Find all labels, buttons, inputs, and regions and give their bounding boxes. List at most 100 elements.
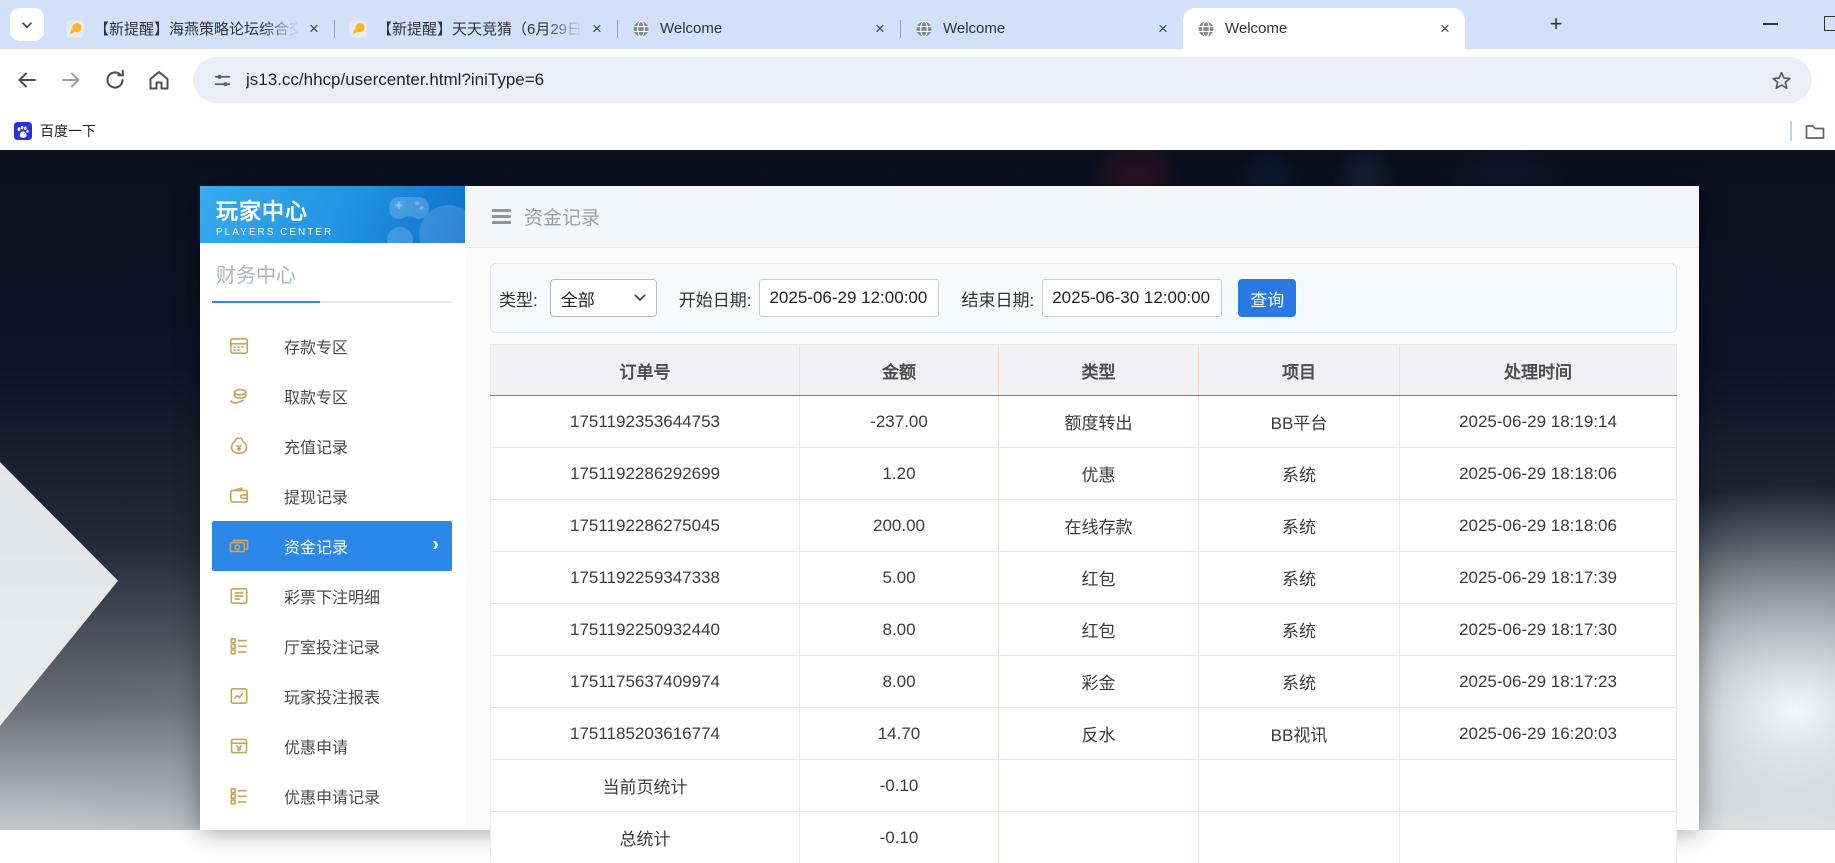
type-select[interactable]: 全部 (550, 279, 657, 317)
content-header: 资金记录 (465, 186, 1699, 248)
forward-button[interactable] (58, 67, 84, 93)
sidebar-item-promo-record[interactable]: 优惠申请记录 (200, 771, 465, 821)
forward-arrow-icon (58, 67, 84, 93)
table-cell: 红包 (999, 604, 1199, 656)
hamburger-menu-icon[interactable] (492, 209, 511, 224)
reload-button[interactable] (102, 67, 128, 93)
tab-search-button[interactable] (10, 8, 44, 41)
bookmarks-divider (1790, 121, 1792, 141)
web-page-background: 玩家中心 PLAYERS CENTER 财务中心 存款专区取款专区充值记录提现记… (0, 150, 1835, 830)
table-cell: 5.00 (800, 552, 999, 604)
tab-close-button[interactable]: × (587, 19, 607, 39)
table-cell: 额度转出 (999, 396, 1199, 448)
tab[interactable]: Welcome× (901, 8, 1183, 49)
home-button[interactable] (146, 67, 172, 93)
sidebar-item-hall-bet-record[interactable]: 厅室投注记录 (200, 621, 465, 671)
promo-apply-icon (228, 735, 254, 757)
sidebar-item-label: 玩家投注报表 (284, 684, 380, 708)
type-label: 类型: (499, 286, 538, 311)
sidebar-item-deposit[interactable]: 存款专区 (200, 321, 465, 371)
table-header-cell: 类型 (999, 345, 1199, 396)
url-address-bar[interactable]: js13.cc/hhcp/usercenter.html?iniType=6 (193, 57, 1812, 103)
table-row: 总统计-0.10 (491, 812, 1677, 863)
table-cell: 优惠 (999, 448, 1199, 500)
back-button[interactable] (14, 67, 40, 93)
search-button[interactable]: 查询 (1238, 279, 1296, 317)
bookmark-item-baidu[interactable]: 百度一下 (14, 121, 96, 141)
end-date-label: 结束日期: (961, 286, 1034, 311)
table-cell: 彩金 (999, 656, 1199, 708)
table-header-cell: 订单号 (491, 345, 800, 396)
recharge-record-icon (228, 435, 254, 457)
table-cell: 8.00 (800, 656, 999, 708)
bookmark-star-icon[interactable] (1771, 70, 1792, 91)
table-cell: 2025-06-29 18:17:39 (1400, 552, 1677, 604)
back-arrow-icon (14, 67, 40, 93)
url-text: js13.cc/hhcp/usercenter.html?iniType=6 (246, 70, 1771, 90)
player-report-icon (228, 685, 254, 707)
forum-favicon-icon (349, 20, 367, 38)
globe-favicon-icon (1197, 20, 1215, 38)
tab-strip: 【新提醒】海燕策略论坛综合交×【新提醒】天天竞猜（6月29日×Welcome×W… (0, 0, 1835, 49)
tab[interactable]: Welcome× (1183, 8, 1465, 49)
sidebar-section: 财务中心 (212, 259, 452, 303)
table-row: 17511922862926991.20优惠系统2025-06-29 18:18… (491, 448, 1677, 500)
sidebar-item-promo-apply[interactable]: 优惠申请 (200, 721, 465, 771)
sidebar-item-funds-record[interactable]: 资金记录› (212, 521, 452, 571)
tab[interactable]: 【新提醒】海燕策略论坛综合交× (52, 8, 334, 49)
table-cell: 1751192286275045 (491, 500, 800, 552)
tab-title: Welcome (660, 20, 866, 37)
table-cell: 200.00 (800, 500, 999, 552)
sidebar-item-label: 提现记录 (284, 484, 348, 508)
table-header-cell: 金额 (800, 345, 999, 396)
chevron-right-icon: › (432, 534, 439, 557)
table-cell: -237.00 (800, 396, 999, 448)
new-tab-button[interactable]: + (1543, 12, 1569, 38)
sidebar-item-label: 彩票下注明细 (284, 584, 380, 608)
chevron-down-icon (634, 294, 646, 302)
sidebar-item-withdraw-record[interactable]: 提现记录 (200, 471, 465, 521)
table-cell: 2025-06-29 18:17:30 (1400, 604, 1677, 656)
table-row: 1751192286275045200.00在线存款系统2025-06-29 1… (491, 500, 1677, 552)
hall-bet-record-icon (228, 635, 254, 657)
funds-table-wrap: 订单号金额类型项目处理时间 1751192353644753-237.00额度转… (490, 344, 1677, 863)
start-date-input[interactable]: 2025-06-29 12:00:00 (759, 279, 939, 317)
table-cell: 1751185203616774 (491, 708, 800, 760)
table-cell (1199, 760, 1400, 812)
table-cell: -0.10 (800, 760, 999, 812)
forum-favicon-icon (66, 20, 84, 38)
window-minimize-button[interactable] (1763, 23, 1778, 25)
tab-close-button[interactable]: × (870, 19, 890, 39)
table-cell: 2025-06-29 18:18:06 (1400, 500, 1677, 552)
deposit-icon (228, 335, 254, 357)
sidebar-item-label: 充值记录 (284, 434, 348, 458)
table-cell: 2025-06-29 18:17:23 (1400, 656, 1677, 708)
sidebar-item-recharge-record[interactable]: 充值记录 (200, 421, 465, 471)
tab-close-button[interactable]: × (1435, 19, 1455, 39)
window-maximize-button[interactable] (1824, 16, 1835, 31)
site-settings-tune-icon (213, 71, 232, 90)
bookmark-label: 百度一下 (40, 121, 96, 141)
table-row: 17511922593473385.00红包系统2025-06-29 18:17… (491, 552, 1677, 604)
tab[interactable]: Welcome× (618, 8, 900, 49)
table-cell: 系统 (1199, 604, 1400, 656)
sidebar-item-player-report[interactable]: 玩家投注报表 (200, 671, 465, 721)
end-date-input[interactable]: 2025-06-30 12:00:00 (1042, 279, 1222, 317)
type-select-value: 全部 (561, 286, 595, 311)
tab[interactable]: 【新提醒】天天竞猜（6月29日× (335, 8, 617, 49)
sidebar-item-withdraw[interactable]: 取款专区 (200, 371, 465, 421)
sidebar-item-lottery-detail[interactable]: 彩票下注明细 (200, 571, 465, 621)
table-cell: 总统计 (491, 812, 800, 863)
filter-bar: 类型: 全部 开始日期: 2025-06-29 12:00:00 结束日期: 2… (490, 263, 1677, 333)
table-cell: 8.00 (800, 604, 999, 656)
tab-close-button[interactable]: × (304, 19, 324, 39)
table-cell (1400, 760, 1677, 812)
table-row: 17511922509324408.00红包系统2025-06-29 18:17… (491, 604, 1677, 656)
tab-close-button[interactable]: × (1153, 19, 1173, 39)
tab-title: 【新提醒】海燕策略论坛综合交 (94, 18, 300, 39)
table-row: 175118520361677414.70反水BB视讯2025-06-29 16… (491, 708, 1677, 760)
table-cell (1199, 812, 1400, 863)
table-cell: 2025-06-29 18:18:06 (1400, 448, 1677, 500)
other-bookmarks-folder-icon[interactable] (1804, 120, 1826, 142)
table-cell: 14.70 (800, 708, 999, 760)
